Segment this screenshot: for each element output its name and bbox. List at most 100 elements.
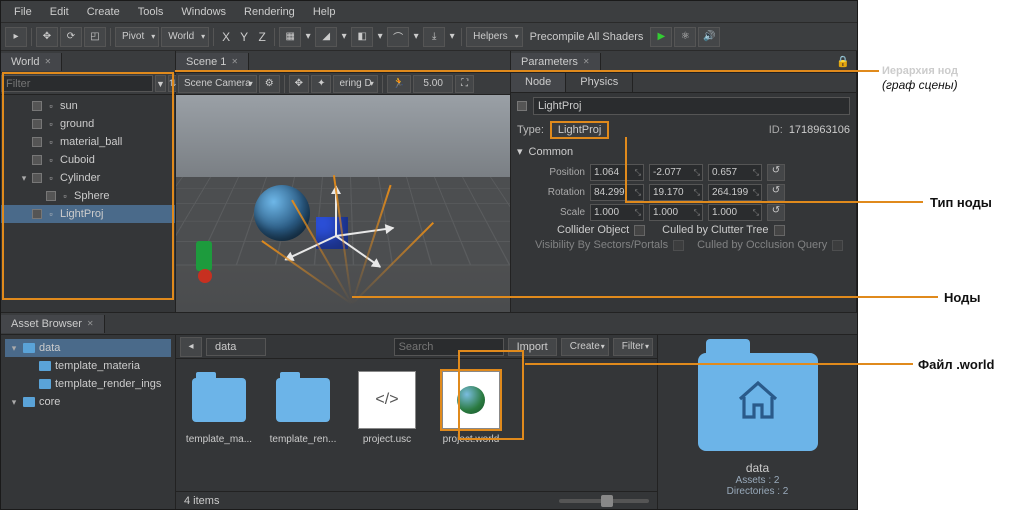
- browser-filter[interactable]: Filter: [613, 338, 653, 356]
- occlusion-checkbox[interactable]: [832, 240, 843, 251]
- scale-y[interactable]: 1.000: [649, 204, 703, 221]
- world-select[interactable]: World: [161, 27, 209, 47]
- pivot-select[interactable]: Pivot: [115, 27, 159, 47]
- folder-tree-item[interactable]: ▾core: [5, 393, 171, 411]
- move-tool[interactable]: ✥: [36, 27, 58, 47]
- folder-tree-item[interactable]: template_materia: [5, 357, 171, 375]
- close-icon[interactable]: ✕: [87, 319, 94, 328]
- camera-speed[interactable]: 5.00: [413, 75, 453, 93]
- menu-rendering[interactable]: Rendering: [235, 3, 304, 21]
- snap-surface[interactable]: ⌒: [387, 27, 409, 47]
- asset-item[interactable]: template_ren...: [268, 371, 338, 479]
- move-icon[interactable]: ✥: [289, 75, 309, 93]
- snap-scale[interactable]: ◧: [351, 27, 373, 47]
- thumbnail-slider[interactable]: [559, 499, 649, 503]
- menu-windows[interactable]: Windows: [172, 3, 235, 21]
- reset-position[interactable]: ↺: [767, 164, 785, 181]
- close-icon[interactable]: ✕: [583, 57, 590, 66]
- create-button[interactable]: Create: [561, 338, 609, 356]
- position-y[interactable]: -2.077: [649, 164, 703, 181]
- hierarchy-node[interactable]: ▾▫Cylinder: [1, 169, 175, 187]
- sectors-checkbox[interactable]: [673, 240, 684, 251]
- browser-search[interactable]: [394, 338, 504, 356]
- play-button[interactable]: ▶: [650, 27, 672, 47]
- light-icon[interactable]: ✦: [311, 75, 331, 93]
- scale-z[interactable]: 1.000: [708, 204, 762, 221]
- drop-tool[interactable]: ⤓: [423, 27, 445, 47]
- hierarchy-node[interactable]: ▫ground: [1, 115, 175, 133]
- collider-checkbox[interactable]: [634, 225, 645, 236]
- asset-item[interactable]: project.world: [436, 371, 506, 479]
- sound-icon[interactable]: 🔊: [698, 27, 720, 47]
- sectors-label: Visibility By Sectors/Portals: [535, 239, 668, 251]
- chevron-down-icon[interactable]: ▾: [517, 145, 523, 158]
- filter-icon[interactable]: ▼: [155, 75, 166, 92]
- snap-angle[interactable]: ◢: [315, 27, 337, 47]
- rotation-y[interactable]: 19.170: [649, 184, 703, 201]
- type-label: Type:: [517, 124, 544, 136]
- hierarchy-node[interactable]: ▫LightProj: [1, 205, 175, 223]
- reset-rotation[interactable]: ↺: [767, 184, 785, 201]
- menu-create[interactable]: Create: [78, 3, 129, 21]
- snap-grid[interactable]: ▦: [279, 27, 301, 47]
- run-icon[interactable]: 🏃: [387, 75, 411, 93]
- section-common[interactable]: Common: [529, 146, 574, 158]
- tab-scene[interactable]: Scene 1✕: [176, 53, 249, 71]
- hierarchy-node[interactable]: ▫Sphere: [1, 187, 175, 205]
- render-mode[interactable]: ering D: [333, 75, 377, 93]
- menu-tools[interactable]: Tools: [129, 3, 173, 21]
- rotation-x[interactable]: 84.299: [590, 184, 644, 201]
- subtab-node[interactable]: Node: [511, 73, 566, 92]
- position-x[interactable]: 1.064: [590, 164, 644, 181]
- material-ball-object[interactable]: [254, 185, 310, 241]
- close-icon[interactable]: ✕: [231, 57, 238, 66]
- scale-x[interactable]: 1.000: [590, 204, 644, 221]
- hierarchy-node[interactable]: ▫material_ball: [1, 133, 175, 151]
- rotation-z[interactable]: 264.199: [708, 184, 762, 201]
- tab-asset-browser[interactable]: Asset Browser✕: [1, 315, 105, 333]
- helpers-menu[interactable]: Helpers: [466, 27, 522, 47]
- asset-item[interactable]: </>project.usc: [352, 371, 422, 479]
- cylinder-object[interactable]: [196, 241, 212, 271]
- lock-icon[interactable]: 🔒: [836, 55, 850, 68]
- axis-y[interactable]: Y: [236, 30, 252, 44]
- clutter-checkbox[interactable]: [774, 225, 785, 236]
- browser-tree[interactable]: ▾datatemplate_materiatemplate_render_ing…: [1, 335, 176, 509]
- physics-icon[interactable]: ⚛: [674, 27, 696, 47]
- node-name-field[interactable]: [533, 97, 850, 115]
- folder-tree-item[interactable]: ▾data: [5, 339, 171, 357]
- folder-tree-item[interactable]: template_render_ings: [5, 375, 171, 393]
- asset-item[interactable]: template_ma...: [184, 371, 254, 479]
- camera-select[interactable]: Scene Camera: [178, 75, 257, 93]
- gear-icon[interactable]: ⚙: [259, 75, 280, 93]
- import-button[interactable]: Import: [508, 338, 557, 356]
- scale-tool[interactable]: ◰: [84, 27, 106, 47]
- hierarchy-node[interactable]: ▫sun: [1, 97, 175, 115]
- close-icon[interactable]: ✕: [45, 57, 52, 66]
- hierarchy-filter[interactable]: [1, 75, 153, 92]
- preview-dirs: Directories : 2: [727, 486, 789, 497]
- position-label: Position: [533, 167, 585, 178]
- menu-file[interactable]: File: [5, 3, 41, 21]
- rotate-tool[interactable]: ⟳: [60, 27, 82, 47]
- tab-parameters[interactable]: Parameters✕: [511, 53, 601, 71]
- hierarchy-node[interactable]: ▫Cuboid: [1, 151, 175, 169]
- axis-x[interactable]: X: [218, 30, 234, 44]
- tab-world[interactable]: World✕: [1, 53, 62, 71]
- back-button[interactable]: ◂: [180, 337, 202, 357]
- precompile-shaders[interactable]: Precompile All Shaders: [525, 31, 649, 43]
- viewport-3d[interactable]: [176, 95, 510, 312]
- breadcrumb[interactable]: data: [206, 338, 266, 356]
- subtab-physics[interactable]: Physics: [566, 73, 633, 92]
- position-z[interactable]: 0.657: [708, 164, 762, 181]
- hierarchy-tree[interactable]: ▫sun ▫ground ▫material_ball ▫Cuboid▾▫Cyl…: [1, 95, 175, 312]
- axis-z[interactable]: Z: [254, 30, 270, 44]
- reset-scale[interactable]: ↺: [767, 204, 785, 221]
- menu-edit[interactable]: Edit: [41, 3, 78, 21]
- enable-checkbox[interactable]: [517, 101, 527, 111]
- select-tool[interactable]: ▸: [5, 27, 27, 47]
- type-value: LightProj: [550, 121, 609, 139]
- expand-icon[interactable]: ⛶: [455, 75, 474, 93]
- menu-help[interactable]: Help: [304, 3, 345, 21]
- sphere-object[interactable]: [198, 269, 212, 283]
